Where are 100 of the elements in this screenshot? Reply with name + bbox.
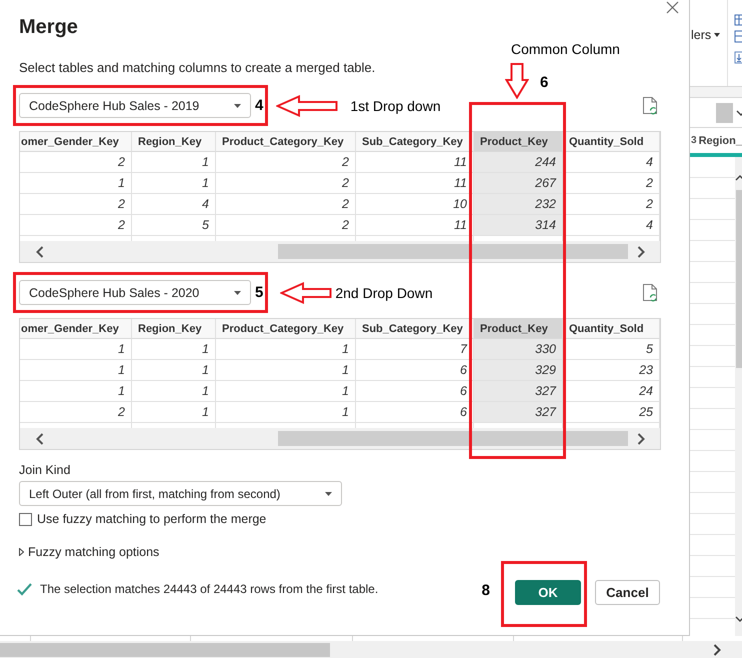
table-cell: 232: [474, 194, 563, 215]
chevron-right-icon[interactable]: [637, 246, 645, 258]
caret-icon: [325, 492, 332, 496]
cancel-button[interactable]: Cancel: [595, 580, 660, 605]
table-cell: 2: [20, 215, 132, 236]
table-cell: 327: [474, 381, 563, 402]
caret-down-icon[interactable]: [735, 616, 742, 622]
join-kind-label: Join Kind: [19, 463, 70, 477]
table-cell: 1: [216, 339, 356, 360]
download-icon[interactable]: [734, 51, 742, 64]
annotation-number: 6: [540, 74, 548, 91]
table-cell: 2: [563, 173, 660, 194]
table-cell: 1: [20, 360, 132, 381]
table-cell: 1: [216, 402, 356, 423]
caret-icon: [234, 104, 241, 108]
column-header[interactable]: Sub_Category_Key: [356, 319, 474, 339]
checkbox-label: Use fuzzy matching to perform the merge: [37, 512, 266, 526]
column-header-label: Region_: [698, 134, 742, 146]
table-cell: 329: [474, 360, 563, 381]
column-header[interactable]: Quantity_Sold: [563, 319, 660, 339]
table-cell: 2: [216, 215, 356, 236]
column-header[interactable]: omer_Gender_Key: [20, 319, 132, 339]
table-cell: 1: [132, 173, 216, 194]
scrollbar-thumb[interactable]: [278, 244, 628, 259]
column-header[interactable]: Product_Category_Key: [216, 132, 356, 152]
table-cell: 5: [563, 339, 660, 360]
checkbox[interactable]: [19, 512, 32, 526]
ok-button[interactable]: OK: [515, 580, 581, 605]
annotation-label: 2nd Drop Down: [335, 284, 433, 300]
table-cell: 327: [474, 402, 563, 423]
ribbon-button[interactable]: lers: [690, 27, 720, 43]
table-cell: 314: [474, 215, 563, 236]
table-cell: 244: [474, 152, 563, 173]
check-icon: [17, 582, 32, 596]
table-cell: 23: [563, 360, 660, 381]
table-cell: 2: [20, 152, 132, 173]
table-cell: 2: [216, 194, 356, 215]
table-cell: 1: [20, 173, 132, 194]
column-header[interactable]: Region_Key: [132, 132, 216, 152]
table-cell: 1: [132, 360, 216, 381]
table-cell: 4: [563, 215, 660, 236]
table-cell: 1: [132, 152, 216, 173]
join-kind-dropdown[interactable]: Left Outer (all from first, matching from second): [19, 481, 342, 506]
data-type-label: 3: [691, 135, 697, 146]
vertical-scrollbar[interactable]: [735, 157, 742, 636]
horizontal-scrollbar[interactable]: [0, 641, 742, 658]
column-header[interactable]: omer_Gender_Key: [20, 132, 132, 152]
horizontal-scrollbar[interactable]: [20, 241, 660, 262]
table-cell: 5: [132, 215, 216, 236]
table-icon[interactable]: [734, 14, 742, 26]
column-header[interactable]: Product_Key: [474, 132, 563, 152]
annotation-label: 1st Drop down: [350, 98, 441, 114]
table-cell: 1: [132, 381, 216, 402]
document-refresh-icon[interactable]: [642, 96, 658, 115]
table-dropdown[interactable]: CodeSphere Hub Sales - 2019: [19, 93, 251, 118]
table-cell: 25: [563, 402, 660, 423]
annotation-number: 4: [255, 97, 264, 114]
table-cell: 267: [474, 173, 563, 194]
scrollbar-thumb[interactable]: [0, 642, 330, 656]
table-cell: 2: [20, 402, 132, 423]
column-header[interactable]: Product_Key: [474, 319, 563, 339]
caret-icon: [234, 290, 241, 294]
column-header[interactable]: Region_Key: [132, 319, 216, 339]
column-header[interactable]: Quantity_Sold: [563, 132, 660, 152]
dialog-title: Merge: [19, 15, 78, 39]
table-cell: 1: [132, 339, 216, 360]
caret-up-icon[interactable]: [735, 175, 742, 181]
close-icon: [666, 1, 679, 14]
column-header[interactable]: Product_Category_Key: [216, 319, 356, 339]
status-message: The selection matches 24443 of 24443 rows from the first table.: [40, 582, 378, 596]
annotation-number: 5: [255, 284, 264, 301]
table-cell: 1: [216, 360, 356, 381]
fuzzy-options-expander[interactable]: Fuzzy matching options: [19, 545, 160, 559]
table-dropdown[interactable]: CodeSphere Hub Sales - 2020: [19, 280, 251, 305]
column-header[interactable]: Sub_Category_Key: [356, 132, 474, 152]
table-cell: 2: [216, 173, 356, 194]
table-cell: 330: [474, 339, 563, 360]
table-cell: 4: [132, 194, 216, 215]
table-cell: 24: [563, 381, 660, 402]
annotation-number: 8: [482, 582, 490, 598]
left-arrow-icon: [276, 94, 338, 116]
horizontal-scrollbar[interactable]: [20, 428, 660, 449]
chevron-right-icon[interactable]: [713, 644, 721, 656]
table-icon[interactable]: [734, 30, 742, 43]
scrollbar-thumb[interactable]: [736, 190, 742, 368]
chevron-left-icon[interactable]: [36, 246, 44, 258]
dialog-description: Select tables and matching columns to create a merged table.: [19, 60, 376, 76]
chevron-down-icon[interactable]: [736, 110, 742, 116]
table-cell: 4: [563, 152, 660, 173]
document-refresh-icon[interactable]: [642, 283, 658, 302]
chevron-right-icon[interactable]: [637, 432, 645, 444]
table-cell: 1: [216, 381, 356, 402]
close-button[interactable]: [666, 1, 679, 14]
table-cell: 2: [20, 194, 132, 215]
caret-icon: [714, 33, 720, 37]
chevron-left-icon[interactable]: [36, 432, 44, 444]
table-cell: 1: [20, 381, 132, 402]
annotation-label: Common Column: [511, 41, 620, 57]
scrollbar-thumb[interactable]: [278, 431, 628, 446]
table-cell: 2: [563, 194, 660, 215]
